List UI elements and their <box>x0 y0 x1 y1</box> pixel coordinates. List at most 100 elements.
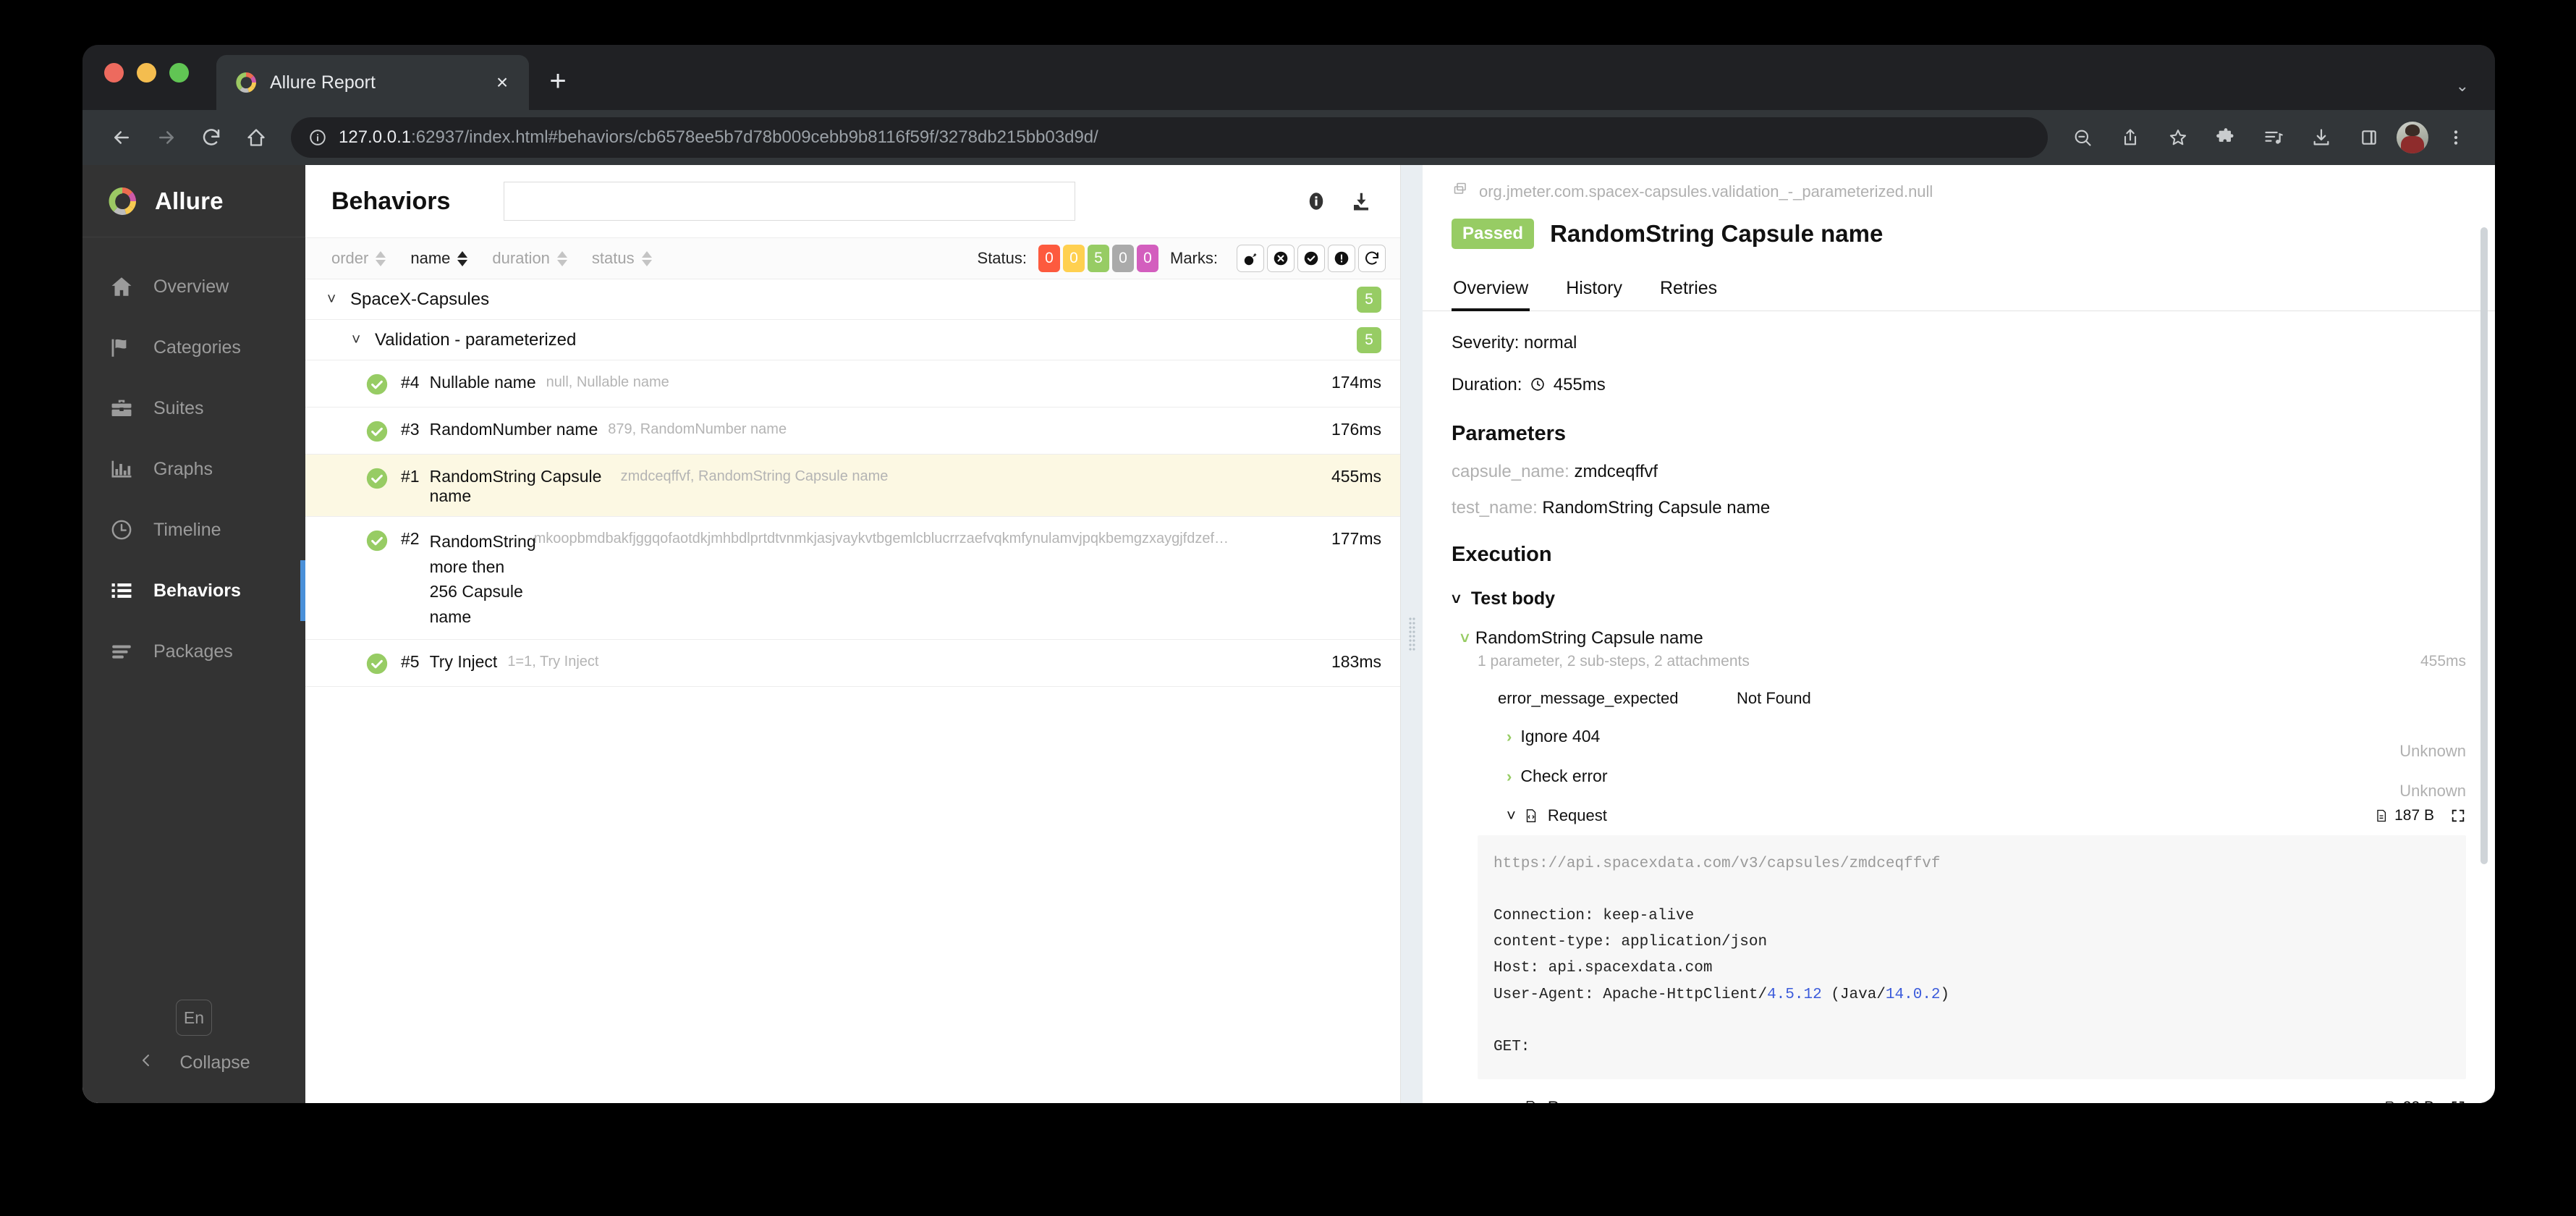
passed-status-icon <box>365 419 389 444</box>
side-panel-icon[interactable] <box>2349 117 2389 158</box>
downloads-icon[interactable] <box>2301 117 2342 158</box>
clock-icon <box>109 517 135 543</box>
sidebar-item-label: Behaviors <box>153 580 241 601</box>
sort-filter-bar: order name duration status Status: 0 0 5… <box>305 237 1400 279</box>
sidebar-item-timeline[interactable]: Timeline <box>82 499 305 560</box>
pane-splitter[interactable] <box>1401 165 1423 1103</box>
status-chip-failed[interactable]: 0 <box>1038 245 1060 272</box>
status-chip-passed[interactable]: 5 <box>1088 245 1109 272</box>
tab-overview[interactable]: Overview <box>1452 271 1530 311</box>
collapse-sidebar-button[interactable]: Collapse <box>116 1052 271 1074</box>
sidebar-item-graphs[interactable]: Graphs <box>82 439 305 499</box>
expand-icon[interactable] <box>2450 1099 2466 1103</box>
test-row[interactable]: #3 RandomNumber name 879, RandomNumber n… <box>305 408 1400 455</box>
attachment-row-request[interactable]: ˅ Request 187 B <box>1478 806 2466 825</box>
sort-by-duration[interactable]: duration <box>492 249 567 268</box>
breadcrumb[interactable]: org.jmeter.com.spacex-capsules.validatio… <box>1423 165 2495 203</box>
tab-list-chevron-down-icon[interactable]: ⌄ <box>2456 77 2469 96</box>
sort-by-order[interactable]: order <box>331 249 386 268</box>
maximize-window-button[interactable] <box>169 62 189 83</box>
request-url-line: https://api.spacexdata.com/v3/capsules/z… <box>1494 856 1941 872</box>
minimize-window-button[interactable] <box>137 62 156 83</box>
sort-by-name[interactable]: name <box>410 249 468 268</box>
sort-by-status[interactable]: status <box>592 249 652 268</box>
search-input[interactable] <box>504 182 1076 221</box>
tab-title: Allure Report <box>270 72 376 93</box>
tab-history[interactable]: History <box>1564 271 1624 311</box>
sort-arrows-icon <box>457 250 468 266</box>
expand-icon[interactable] <box>2450 808 2466 824</box>
address-bar[interactable]: 127.0.0.1:62937/index.html#behaviors/cb6… <box>291 117 2048 158</box>
status-chip-skipped[interactable]: 0 <box>1112 245 1134 272</box>
duration-label: Duration: <box>1452 375 1522 394</box>
detail-tabs: Overview History Retries <box>1423 271 2495 311</box>
language-button[interactable]: En <box>176 1000 212 1036</box>
profile-avatar[interactable] <box>2397 122 2428 153</box>
reading-list-icon[interactable] <box>2253 117 2294 158</box>
page-title: Behaviors <box>331 187 451 215</box>
close-window-button[interactable] <box>104 62 124 83</box>
reload-icon[interactable] <box>191 117 232 158</box>
close-icon[interactable]: × <box>490 70 514 95</box>
tab-retries[interactable]: Retries <box>1658 271 1719 311</box>
test-row-selected[interactable]: #1 RandomString Capsule name zmdceqffvf,… <box>305 455 1400 517</box>
parameter-key: test_name <box>1452 498 1533 518</box>
copy-icon[interactable] <box>1452 181 1469 203</box>
allure-sidebar: Allure Overview Categories Suites Graphs… <box>82 165 305 1103</box>
test-body-toggle[interactable]: ˅ Test body <box>1452 588 2466 609</box>
bookmark-star-icon[interactable] <box>2158 117 2198 158</box>
zoom-out-icon[interactable] <box>2062 117 2103 158</box>
broken-exclamation-icon[interactable] <box>1328 245 1355 272</box>
share-icon[interactable] <box>2110 117 2151 158</box>
attachment-size-text: 187 B <box>2394 807 2434 824</box>
new-tab-button[interactable]: + <box>542 65 574 97</box>
extensions-puzzle-icon[interactable] <box>2206 117 2246 158</box>
failed-x-icon[interactable] <box>1267 245 1295 272</box>
chrome-menu-icon[interactable] <box>2436 117 2476 158</box>
chevron-down-icon: ˅ <box>1507 806 1516 824</box>
test-row[interactable]: #2 RandomString more then 256 Capsule na… <box>305 517 1400 640</box>
step-summary: 1 parameter, 2 sub-steps, 2 attachments <box>1478 653 1750 670</box>
retry-icon[interactable] <box>1358 245 1386 272</box>
home-icon[interactable] <box>236 117 276 158</box>
browser-tab[interactable]: Allure Report × <box>216 55 529 110</box>
sidebar-item-suites[interactable]: Suites <box>82 378 305 439</box>
back-icon[interactable] <box>101 117 142 158</box>
status-chip-unknown[interactable]: 0 <box>1137 245 1158 272</box>
tree-group-child[interactable]: ˅ Validation - parameterized 5 <box>305 320 1400 360</box>
sidebar-item-overview[interactable]: Overview <box>82 256 305 317</box>
sidebar-item-label: Categories <box>153 337 241 358</box>
sidebar-item-behaviors[interactable]: Behaviors <box>82 560 305 621</box>
status-chip-broken[interactable]: 0 <box>1063 245 1085 272</box>
request-code-block: https://api.spacexdata.com/v3/capsules/z… <box>1478 835 2466 1079</box>
info-icon[interactable] <box>1303 188 1329 214</box>
detail-scrollbar[interactable] <box>2480 227 2488 864</box>
flaky-bomb-icon[interactable] <box>1237 245 1264 272</box>
chevron-down-icon: ˅ <box>327 290 336 308</box>
test-row[interactable]: #5 Try Inject 1=1, Try Inject 183ms <box>305 640 1400 687</box>
sidebar-item-label: Packages <box>153 641 233 662</box>
step-root-header[interactable]: ˅ RandomString Capsule name <box>1460 628 2466 649</box>
forward-icon[interactable] <box>146 117 187 158</box>
sort-label: order <box>331 249 369 267</box>
sidebar-item-packages[interactable]: Packages <box>82 621 305 682</box>
passed-check-icon[interactable] <box>1297 245 1325 272</box>
test-row[interactable]: #4 Nullable name null, Nullable name 174… <box>305 360 1400 408</box>
tree-group-root[interactable]: ˅ SpaceX-Capsules 5 <box>305 279 1400 320</box>
test-number: #3 <box>401 420 420 439</box>
behaviors-pane: Behaviors order name duration status Sta… <box>305 165 1401 1103</box>
attachment-row-response[interactable]: ˅ Response 22 B <box>1478 1098 2466 1103</box>
site-info-icon[interactable] <box>308 128 327 147</box>
download-icon[interactable] <box>1348 188 1374 214</box>
passed-status-icon <box>365 651 389 676</box>
brand-name: Allure <box>155 187 224 214</box>
test-number: #2 <box>401 529 420 548</box>
splitter-grip-icon <box>1408 617 1415 651</box>
sidebar-item-categories[interactable]: Categories <box>82 317 305 378</box>
header-actions <box>1303 188 1374 214</box>
bar-chart-icon <box>109 456 135 482</box>
allure-brand[interactable]: Allure <box>82 165 305 237</box>
test-duration: 183ms <box>1331 652 1381 671</box>
passed-status-icon <box>365 528 389 553</box>
chevron-down-icon: ˅ <box>1460 629 1470 647</box>
